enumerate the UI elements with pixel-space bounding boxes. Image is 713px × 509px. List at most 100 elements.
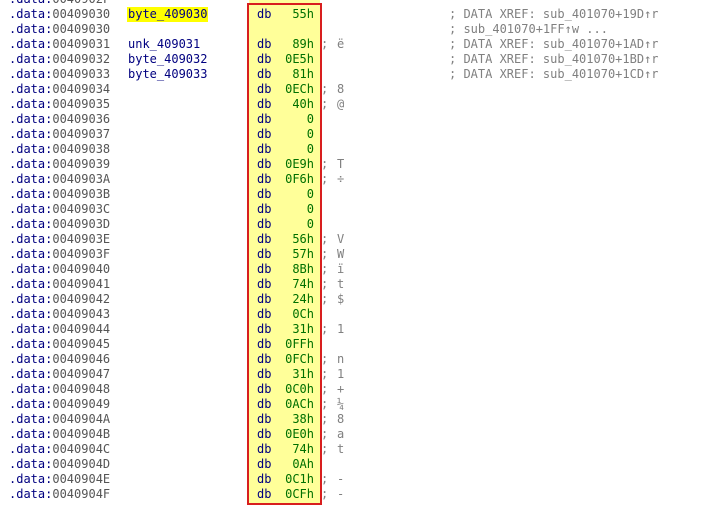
operand[interactable]: 0 [282, 142, 314, 157]
mnemonic[interactable]: db [257, 322, 271, 337]
listing-line[interactable]: .data:0040904E db 0C1h; - [0, 472, 713, 487]
mnemonic[interactable]: db [257, 157, 271, 172]
address[interactable]: .data:00409044 [9, 322, 110, 337]
mnemonic[interactable]: db [257, 97, 271, 112]
label[interactable]: byte_409032 [128, 52, 207, 67]
mnemonic[interactable]: db [257, 277, 271, 292]
mnemonic[interactable]: db [257, 367, 271, 382]
operand[interactable]: 0E5h [282, 52, 314, 67]
listing-line[interactable]: .data:00409033 byte_409033 db 81h ; DATA XRE… [0, 67, 713, 82]
xref-comment[interactable]: ; DATA XREF: sub_401070+19D↑r [449, 7, 659, 22]
operand[interactable]: 0 [282, 217, 314, 232]
label[interactable]: byte_409033 [128, 67, 207, 82]
mnemonic[interactable]: db [257, 337, 271, 352]
listing-line[interactable]: .data:0040903F db 57h; W [0, 247, 713, 262]
listing-line[interactable]: .data:00409049 db 0ACh; ¼ [0, 397, 713, 412]
address[interactable]: .data:00409049 [9, 397, 110, 412]
operand[interactable]: 24h [282, 292, 314, 307]
address[interactable]: .data:00409036 [9, 112, 110, 127]
mnemonic[interactable]: db [257, 247, 271, 262]
listing-line[interactable]: .data:00409032 byte_409032 db 0E5h ; DATA XR… [0, 52, 713, 67]
operand[interactable]: 40h [282, 97, 314, 112]
address[interactable]: .data:00409035 [9, 97, 110, 112]
operand[interactable]: 0C0h [282, 382, 314, 397]
address[interactable]: .data:00409034 [9, 82, 110, 97]
mnemonic[interactable]: db [257, 262, 271, 277]
listing-line[interactable]: .data:0040904F db 0CFh; - [0, 487, 713, 502]
operand[interactable]: 31h [282, 322, 314, 337]
mnemonic[interactable]: db [257, 202, 271, 217]
address[interactable]: .data:00409042 [9, 292, 110, 307]
address[interactable]: .data:0040903E [9, 232, 110, 247]
mnemonic[interactable]: db [257, 457, 271, 472]
listing-line[interactable]: .data:0040904D db 0Ah [0, 457, 713, 472]
mnemonic[interactable]: db [257, 187, 271, 202]
xref-comment[interactable]: ; DATA XREF: sub_401070+1BD↑r [449, 52, 659, 67]
address[interactable]: .data:0040903B [9, 187, 110, 202]
listing-line[interactable]: .data:00409039 db 0E9h; T [0, 157, 713, 172]
operand[interactable]: 81h [282, 67, 314, 82]
mnemonic[interactable]: db [257, 172, 271, 187]
xref-comment[interactable]: ; DATA XREF: sub_401070+1AD↑r [449, 37, 659, 52]
mnemonic[interactable]: db [257, 52, 271, 67]
address[interactable]: .data:00409039 [9, 157, 110, 172]
xref-comment[interactable]: ; sub_401070+1FF↑w ... [449, 22, 608, 37]
operand[interactable]: 0ACh [282, 397, 314, 412]
mnemonic[interactable]: db [257, 487, 271, 502]
operand[interactable]: 89h [282, 37, 314, 52]
address[interactable]: .data:00409045 [9, 337, 110, 352]
address[interactable]: .data:0040904E [9, 472, 110, 487]
address[interactable]: .data:00409033 [9, 67, 110, 82]
mnemonic[interactable]: db [257, 142, 271, 157]
mnemonic[interactable]: db [257, 397, 271, 412]
operand[interactable]: 0E9h [282, 157, 314, 172]
address[interactable]: .data:00409046 [9, 352, 110, 367]
address[interactable]: .data:0040904B [9, 427, 110, 442]
listing-line[interactable]: .data:0040903A db 0F6h; ÷ [0, 172, 713, 187]
address[interactable]: .data:00409030 [9, 22, 110, 37]
mnemonic[interactable]: db [257, 82, 271, 97]
address[interactable]: .data:0040904C [9, 442, 110, 457]
mnemonic[interactable]: db [257, 352, 271, 367]
listing-line[interactable]: .data:0040904C db 74h; t [0, 442, 713, 457]
disassembly-listing[interactable]: .data:0040902F.data:00409030byte_409030d… [0, 0, 713, 509]
mnemonic[interactable]: db [257, 412, 271, 427]
mnemonic[interactable]: db [257, 442, 271, 457]
address[interactable]: .data:00409032 [9, 52, 110, 67]
listing-line[interactable]: .data:00409043 db 0Ch [0, 307, 713, 322]
mnemonic[interactable]: db [257, 232, 271, 247]
operand[interactable]: 0FCh [282, 352, 314, 367]
listing-line[interactable]: .data:00409038 db 0 [0, 142, 713, 157]
listing-line[interactable]: .data:00409041 db 74h; t [0, 277, 713, 292]
operand[interactable]: 0CFh [282, 487, 314, 502]
listing-line[interactable]: .data:0040903D db 0 [0, 217, 713, 232]
listing-line[interactable]: .data:00409040 db 8Bh; ï [0, 262, 713, 277]
operand[interactable]: 8Bh [282, 262, 314, 277]
operand[interactable]: 0E0h [282, 427, 314, 442]
operand[interactable]: 0 [282, 127, 314, 142]
operand[interactable]: 0 [282, 187, 314, 202]
mnemonic[interactable]: db [257, 472, 271, 487]
mnemonic[interactable]: db [257, 37, 271, 52]
listing-line[interactable]: .data:0040903B db 0 [0, 187, 713, 202]
operand[interactable]: 55h [282, 7, 314, 22]
label[interactable]: unk_409031 [128, 37, 200, 52]
listing-line[interactable]: .data:0040904B db 0E0h; a [0, 427, 713, 442]
operand[interactable]: 0Ch [282, 307, 314, 322]
mnemonic[interactable]: db [257, 307, 271, 322]
operand[interactable]: 74h [282, 277, 314, 292]
address[interactable]: .data:0040903C [9, 202, 110, 217]
address[interactable]: .data:00409043 [9, 307, 110, 322]
xref-comment[interactable]: ; DATA XREF: sub_401070+1CD↑r [449, 67, 659, 82]
listing-line[interactable]: .data:0040904A db 38h; 8 [0, 412, 713, 427]
operand[interactable]: 56h [282, 232, 314, 247]
listing-line[interactable]: .data:00409034 db 0ECh; 8 [0, 82, 713, 97]
mnemonic[interactable]: db [257, 427, 271, 442]
mnemonic[interactable]: db [257, 292, 271, 307]
listing-line[interactable]: .data:0040903E db 56h; V [0, 232, 713, 247]
operand[interactable]: 31h [282, 367, 314, 382]
listing-line[interactable]: .data:00409030 byte_409030 db 55h ; DATA XRE… [0, 7, 713, 22]
address[interactable]: .data:0040903A [9, 172, 110, 187]
operand[interactable]: 57h [282, 247, 314, 262]
listing-line[interactable]: .data:00409045 db 0FFh [0, 337, 713, 352]
